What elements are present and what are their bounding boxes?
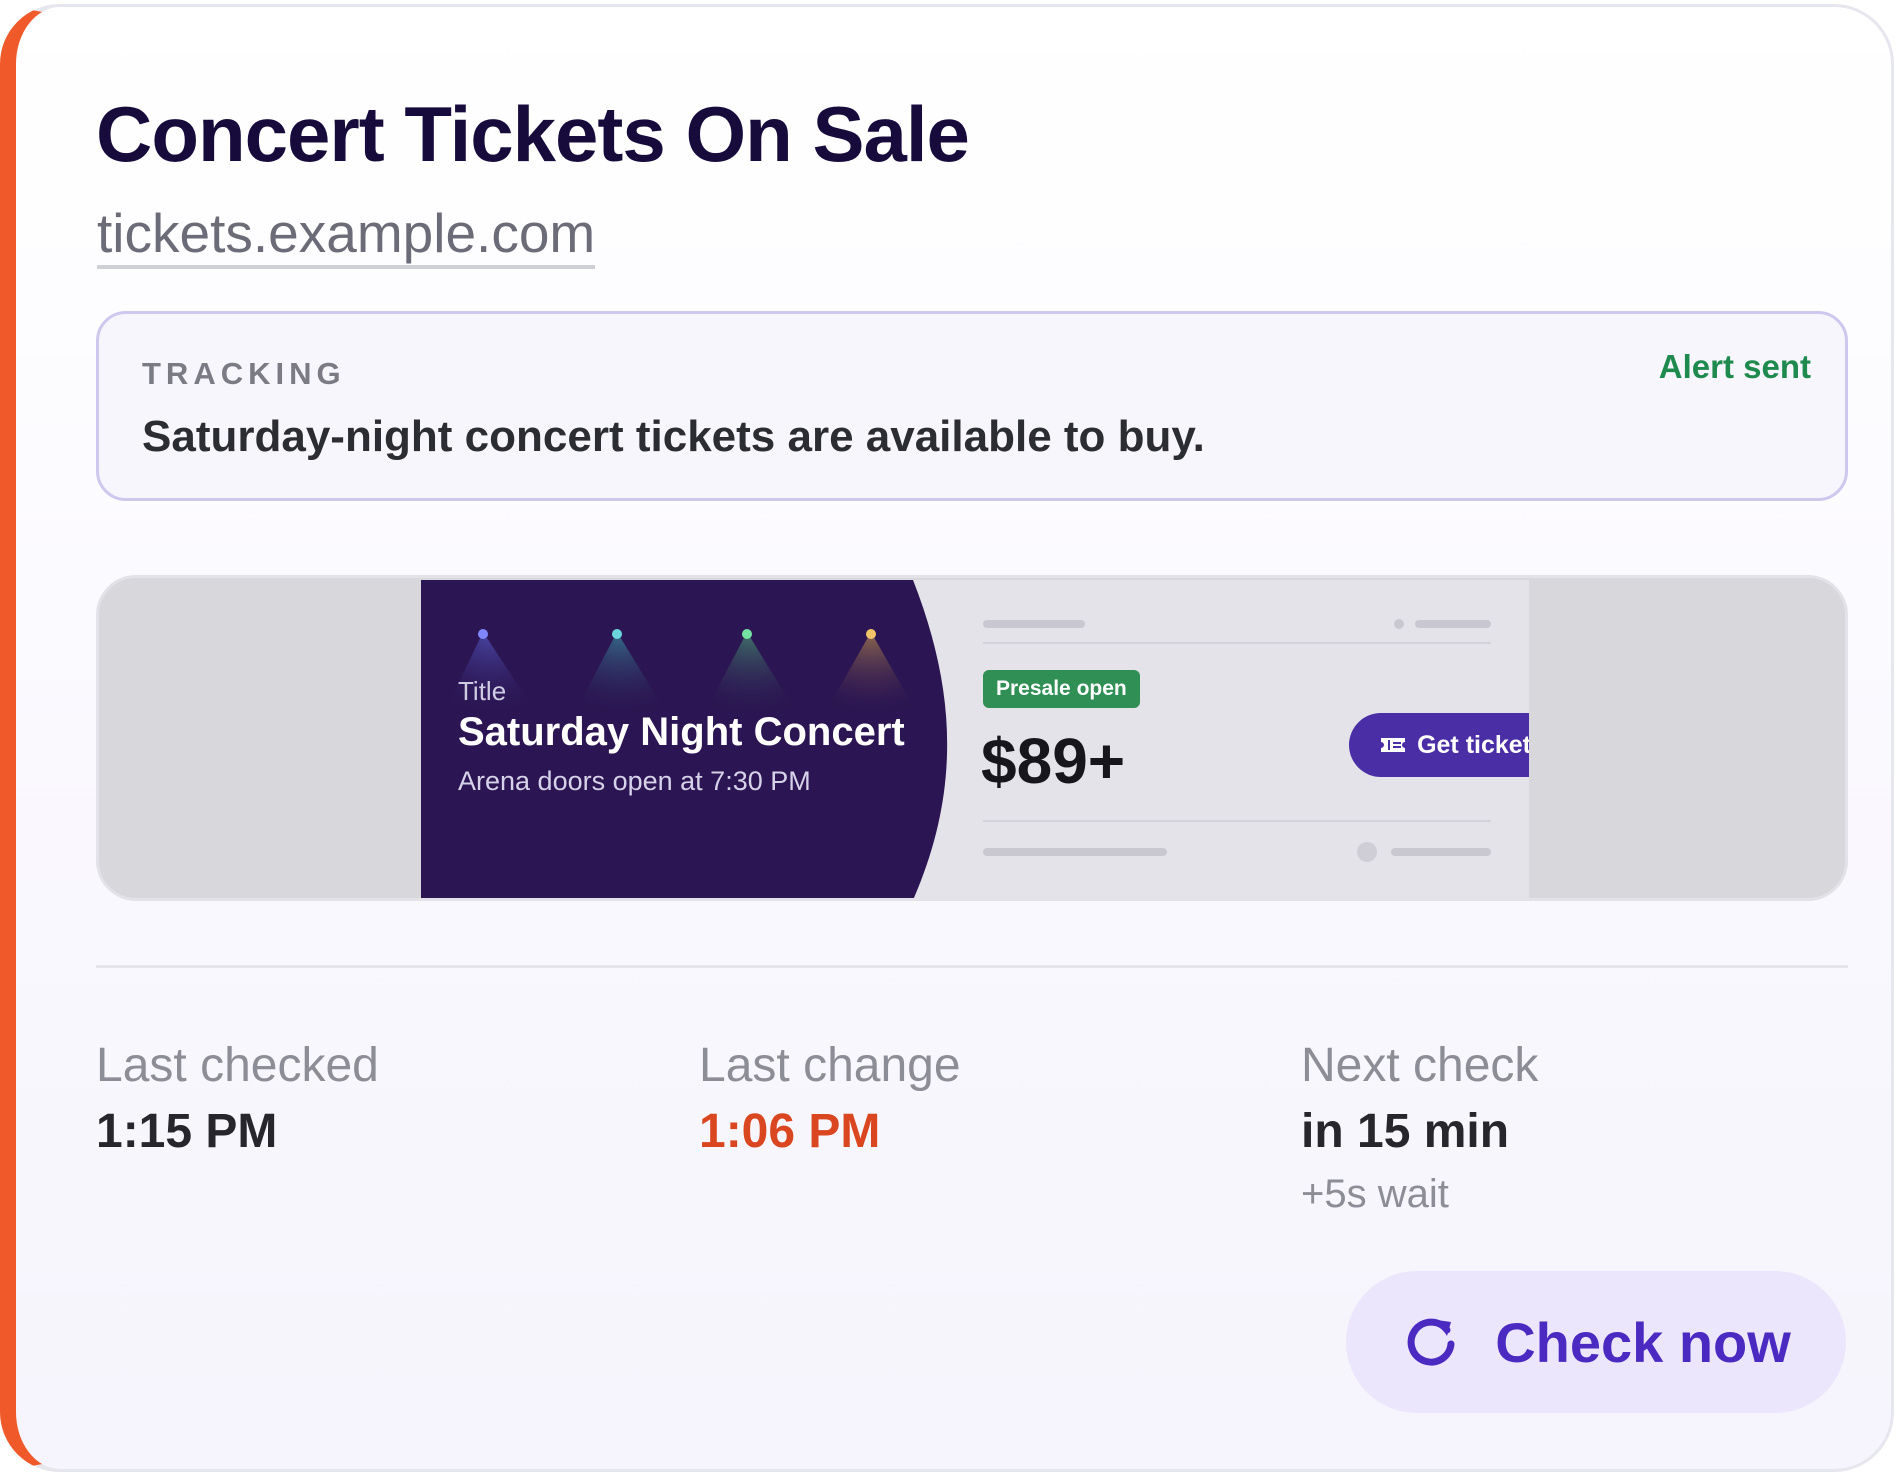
tracking-condition: Saturday-night concert tickets are avail… xyxy=(142,412,1205,461)
preview-hero-subtitle: Arena doors open at 7:30 PM xyxy=(458,766,811,796)
next-check-wait-note: +5s wait xyxy=(1301,1172,1449,1216)
tracking-panel: TRACKING Saturday-night concert tickets … xyxy=(96,311,1848,501)
preview-hero-title: Saturday Night Concert xyxy=(458,710,905,754)
monitor-url-link[interactable]: tickets.example.com xyxy=(97,203,596,269)
last-change-value: 1:06 PM xyxy=(699,1105,881,1158)
preview-price: $89+ xyxy=(981,725,1126,797)
ticket-icon xyxy=(1381,738,1406,752)
presale-badge: Presale open xyxy=(983,670,1140,708)
next-check-label: Next check xyxy=(1301,1039,1539,1092)
stat-last-checked: Last checked 1:15 PM xyxy=(96,1037,379,1161)
get-tickets-label: Get tickets xyxy=(1417,730,1529,759)
stat-next-check: Next check in 15 min +5s wait xyxy=(1301,1037,1538,1219)
check-now-label: Check now xyxy=(1495,1310,1791,1374)
last-checked-value: 1:15 PM xyxy=(96,1105,278,1158)
last-checked-label: Last checked xyxy=(96,1039,379,1092)
section-divider xyxy=(96,965,1848,968)
preview-hero-label: Title xyxy=(458,676,507,706)
alert-status-badge: Alert sent xyxy=(1658,348,1811,385)
next-check-value: in 15 min xyxy=(1301,1105,1510,1158)
tracking-label: TRACKING xyxy=(142,356,346,391)
preview-screenshot: Title Saturday Night Concert Arena doors… xyxy=(421,580,1529,898)
check-now-button[interactable]: Check now xyxy=(1346,1271,1846,1413)
page-preview[interactable]: Title Saturday Night Concert Arena doors… xyxy=(96,575,1848,901)
get-tickets-button: Get tickets xyxy=(1349,713,1529,777)
stat-last-change: Last change 1:06 PM xyxy=(699,1037,961,1161)
monitor-title: Concert Tickets On Sale xyxy=(96,90,970,178)
preview-hero: Title Saturday Night Concert Arena doors… xyxy=(421,580,951,898)
refresh-icon xyxy=(1407,1318,1455,1366)
monitor-card: Concert Tickets On Sale tickets.example.… xyxy=(0,4,1894,1472)
last-change-label: Last change xyxy=(699,1039,961,1092)
